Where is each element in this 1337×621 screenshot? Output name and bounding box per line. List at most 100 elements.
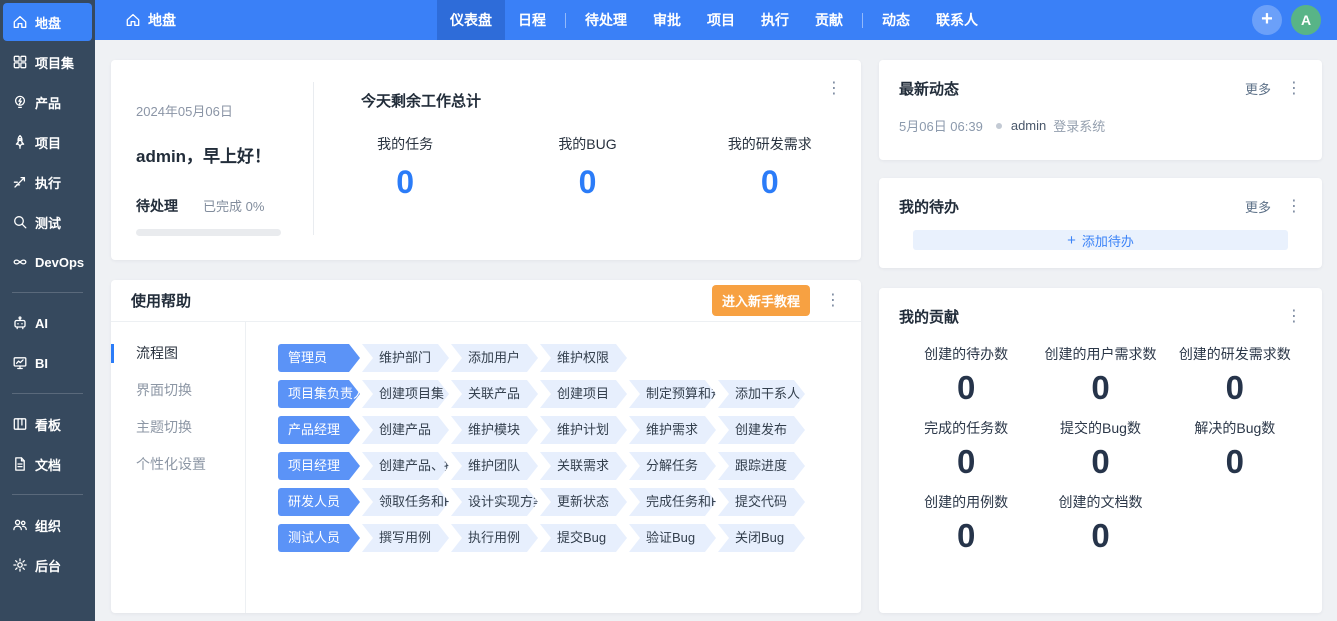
home-icon — [12, 14, 28, 30]
contribution-stat-label: 解决的Bug数 — [1168, 418, 1302, 438]
greeting-message: admin，早上好！ — [136, 142, 289, 167]
sidebar-item-label: 产品 — [35, 93, 61, 112]
sidebar-item-organization[interactable]: 组织 — [3, 506, 92, 544]
flow-step-chip[interactable]: 领取任务和Bu — [362, 488, 449, 516]
sidebar-item-product[interactable]: 产品 — [3, 83, 92, 121]
flow-step-chip[interactable]: 创建产品、执 — [362, 452, 449, 480]
work-stats: 我的任务 0 我的BUG 0 我的研发需求 0 — [314, 134, 861, 201]
kebab-menu-icon[interactable]: ⋮ — [1286, 81, 1302, 97]
flow-step-chip[interactable]: 维护需求 — [629, 416, 716, 444]
avatar[interactable]: A — [1291, 5, 1321, 35]
plus-icon: + — [1067, 232, 1076, 249]
sidebar-item-execution[interactable]: 执行 — [3, 163, 92, 201]
add-todo-button[interactable]: + 添加待办 — [913, 230, 1288, 250]
flow-step-chip[interactable]: 执行用例 — [451, 524, 538, 552]
flow-step-chip[interactable]: 完成任务和Bu — [629, 488, 716, 516]
flow-step-chip[interactable]: 跟踪进度 — [718, 452, 805, 480]
flow-step-chip[interactable]: 更新状态 — [540, 488, 627, 516]
sidebar-item-admin[interactable]: 后台 — [3, 546, 92, 584]
sidebar-item-kanban[interactable]: 看板 — [3, 405, 92, 443]
kebab-menu-icon[interactable]: ⋮ — [1286, 199, 1302, 215]
sidebar-item-doc[interactable]: 文档 — [3, 445, 92, 483]
tab-calendar[interactable]: 日程 — [505, 0, 559, 40]
kebab-menu-icon[interactable]: ⋮ — [825, 293, 841, 309]
flow-step-chip[interactable]: 维护模块 — [451, 416, 538, 444]
tab-contribution[interactable]: 贡献 — [802, 0, 856, 40]
navbar-brand[interactable]: 地盘 — [125, 10, 176, 30]
tab-project[interactable]: 项目 — [694, 0, 748, 40]
contribution-stat: 创建的用例数 0 — [899, 492, 1033, 555]
sidebar: 地盘 项目集 产品 项目 执行 测试 DevOps AI BI 看板 文档 — [0, 0, 95, 621]
more-link[interactable]: 更多 — [1245, 79, 1271, 98]
flow-step-chip[interactable]: 提交Bug — [540, 524, 627, 552]
sidebar-item-test[interactable]: 测试 — [3, 203, 92, 241]
flow-step-chip[interactable]: 创建发布 — [718, 416, 805, 444]
greeting-card: 2024年05月06日 admin，早上好！ 待处理 已完成 0% ⋮ 今天剩余… — [111, 60, 861, 260]
my-contribution-card: 我的贡献 ⋮ 创建的待办数 0 创建的用户需求数 0 创建的研发需求数 0 — [879, 288, 1322, 613]
tab-dynamics[interactable]: 动态 — [869, 0, 923, 40]
flow-step-chip[interactable]: 提交代码 — [718, 488, 805, 516]
flow-step-chip[interactable]: 添加干系人 — [718, 380, 805, 408]
contribution-stat-value: 0 — [1168, 443, 1302, 481]
flow-step-chip[interactable]: 关闭Bug — [718, 524, 805, 552]
flow-row-developer: 研发人员 领取任务和Bu设计实现方案更新状态完成任务和Bu提交代码 — [278, 488, 861, 516]
sidebar-item-ai[interactable]: AI — [3, 304, 92, 342]
tab-execution[interactable]: 执行 — [748, 0, 802, 40]
flow-step-chip[interactable]: 添加用户 — [451, 344, 538, 372]
contribution-stat-label: 创建的研发需求数 — [1168, 344, 1302, 364]
flow-step-chip[interactable]: 分解任务 — [629, 452, 716, 480]
contribution-stat-value: 0 — [1168, 369, 1302, 407]
tutorial-button[interactable]: 进入新手教程 — [712, 285, 810, 316]
flow-step-chip[interactable]: 创建产品 — [362, 416, 449, 444]
sidebar-item-project[interactable]: 项目 — [3, 123, 92, 161]
sidebar-item-bi[interactable]: BI — [3, 344, 92, 382]
more-link[interactable]: 更多 — [1245, 197, 1271, 216]
sidebar-item-label: 组织 — [35, 516, 61, 535]
create-button[interactable]: + — [1252, 5, 1282, 35]
activity-entry: 5月06日 06:39 admin 登录系统 — [899, 116, 1302, 135]
sidebar-item-devops[interactable]: DevOps — [3, 243, 92, 281]
pending-label: 待处理 — [136, 196, 178, 216]
role-chip: 项目经理 — [278, 452, 360, 480]
gear-icon — [12, 557, 28, 573]
contribution-stat-label: 创建的文档数 — [1033, 492, 1167, 512]
flow-step-chip[interactable]: 维护团队 — [451, 452, 538, 480]
help-tab-personalization[interactable]: 个性化设置 — [111, 446, 245, 483]
flow-step-chip[interactable]: 设计实现方案 — [451, 488, 538, 516]
flow-step-chip[interactable]: 维护部门 — [362, 344, 449, 372]
flow-step-chip[interactable]: 维护权限 — [540, 344, 627, 372]
kebab-menu-icon[interactable]: ⋮ — [1286, 309, 1302, 325]
sidebar-item-project-set[interactable]: 项目集 — [3, 43, 92, 81]
tab-dashboard[interactable]: 仪表盘 — [437, 0, 505, 40]
contribution-stat-value: 0 — [899, 443, 1033, 481]
flow-step-chip[interactable]: 制定预算和规 — [629, 380, 716, 408]
flow-step-chip[interactable]: 创建项目集 — [362, 380, 449, 408]
rocket-icon — [12, 134, 28, 150]
sidebar-item-home[interactable]: 地盘 — [3, 3, 92, 41]
sidebar-divider — [12, 494, 83, 495]
help-tab-theme-switch[interactable]: 主题切换 — [111, 409, 245, 446]
navbar-separator — [565, 13, 566, 28]
contribution-stat-label: 完成的任务数 — [899, 418, 1033, 438]
contribution-stat: 提交的Bug数 0 — [1033, 418, 1167, 481]
activity-user: admin — [1011, 118, 1046, 133]
work-stat: 我的研发需求 0 — [679, 134, 861, 201]
activity-action: 登录系统 — [1053, 116, 1105, 135]
flow-step-chip[interactable]: 维护计划 — [540, 416, 627, 444]
people-icon — [12, 517, 28, 533]
monitor-chart-icon — [12, 355, 28, 371]
tab-review[interactable]: 审批 — [640, 0, 694, 40]
flow-step-chip[interactable]: 关联产品 — [451, 380, 538, 408]
role-chip: 测试人员 — [278, 524, 360, 552]
help-tab-ui-switch[interactable]: 界面切换 — [111, 372, 245, 409]
tab-pending[interactable]: 待处理 — [572, 0, 640, 40]
flow-step-chip[interactable]: 创建项目 — [540, 380, 627, 408]
tab-contacts[interactable]: 联系人 — [923, 0, 991, 40]
kebab-menu-icon[interactable]: ⋮ — [826, 81, 842, 97]
sidebar-item-label: 项目集 — [35, 53, 74, 72]
flow-step-chip[interactable]: 撰写用例 — [362, 524, 449, 552]
help-tab-flowchart[interactable]: 流程图 — [111, 335, 245, 372]
kanban-icon — [12, 416, 28, 432]
flow-step-chip[interactable]: 验证Bug — [629, 524, 716, 552]
flow-step-chip[interactable]: 关联需求 — [540, 452, 627, 480]
